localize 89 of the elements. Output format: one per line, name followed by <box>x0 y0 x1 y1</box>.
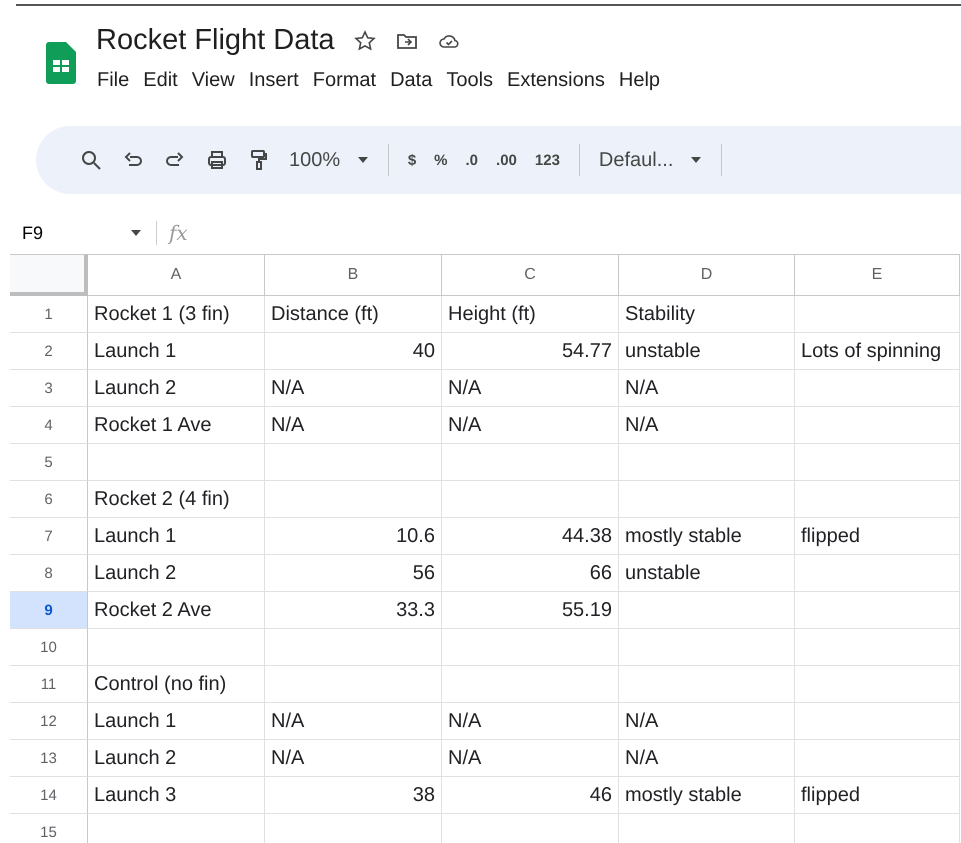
table-cell: N/A <box>619 407 795 444</box>
table-cell: Launch 2 <box>88 370 265 407</box>
table-cell: N/A <box>265 407 442 444</box>
column-header[interactable]: D <box>619 254 795 296</box>
table-cell: 66 <box>442 555 619 592</box>
table-cell: unstable <box>619 333 795 370</box>
table-cell: N/A <box>442 370 619 407</box>
table-cell: 10.6 <box>265 518 442 555</box>
row-header[interactable]: 11 <box>10 666 88 703</box>
row-header[interactable]: 10 <box>10 629 88 666</box>
table-cell: Launch 1 <box>88 333 265 370</box>
table-cell: N/A <box>619 370 795 407</box>
table-cell: N/A <box>442 703 619 740</box>
row-header[interactable]: 13 <box>10 740 88 777</box>
table-cell: flipped <box>795 777 960 814</box>
row-header[interactable]: 12 <box>10 703 88 740</box>
row-header[interactable]: 7 <box>10 518 88 555</box>
name-box[interactable]: F9 <box>0 222 130 244</box>
table-cell: Launch 3 <box>88 777 265 814</box>
decrease-decimals-button[interactable]: .0 <box>456 142 488 178</box>
table-cell: 56 <box>265 555 442 592</box>
formula-label: fx <box>156 221 188 245</box>
font-dropdown[interactable]: Defaul... <box>590 142 712 178</box>
menu-item[interactable]: File <box>90 65 136 96</box>
menu-item[interactable]: View <box>184 65 242 96</box>
table-cell: Launch 1 <box>88 518 265 555</box>
row-header[interactable]: 14 <box>10 777 88 814</box>
caret-icon <box>356 156 369 164</box>
table-cell: Launch 2 <box>88 740 265 777</box>
zoom-dropdown[interactable]: 100% <box>280 142 378 178</box>
table-cell: mostly stable <box>619 777 795 814</box>
table-cell: Rocket 1 (3 fin) <box>88 296 265 333</box>
table-cell: Lots of spinning <box>795 333 960 370</box>
currency-button[interactable]: $ <box>398 142 426 178</box>
column-header[interactable]: E <box>795 254 960 296</box>
menu-item[interactable]: Extensions <box>500 65 612 96</box>
document-title[interactable]: Rocket Flight Data <box>96 24 335 57</box>
column-header[interactable]: B <box>265 254 442 296</box>
increase-decimals-button[interactable]: .00 <box>487 142 526 178</box>
row-header[interactable]: 6 <box>10 481 88 518</box>
table-cell: Height (ft) <box>442 296 619 333</box>
table-cell: 33.3 <box>265 592 442 629</box>
table-cell: N/A <box>265 370 442 407</box>
table-cell: Rocket 1 Ave <box>88 407 265 444</box>
row-header[interactable]: 5 <box>10 444 88 481</box>
row-header[interactable]: 1 <box>10 296 88 333</box>
menu-item[interactable]: Insert <box>242 65 306 96</box>
table-cell: 40 <box>265 333 442 370</box>
menu-item[interactable]: Tools <box>439 65 500 96</box>
table-cell: unstable <box>619 555 795 592</box>
row-header[interactable]: 15 <box>10 814 88 843</box>
table-cell: Stability <box>619 296 795 333</box>
row-header[interactable]: 4 <box>10 407 88 444</box>
column-header[interactable]: A <box>88 254 265 296</box>
row-header[interactable]: 3 <box>10 370 88 407</box>
table-cell: Rocket 2 (4 fin) <box>88 481 265 518</box>
table-cell: Rocket 2 Ave <box>88 592 265 629</box>
table-cell: mostly stable <box>619 518 795 555</box>
table-cell: N/A <box>442 407 619 444</box>
table-cell: N/A <box>265 703 442 740</box>
column-header[interactable]: C <box>442 254 619 296</box>
row-header[interactable]: 2 <box>10 333 88 370</box>
table-cell: 38 <box>265 777 442 814</box>
table-cell: 46 <box>442 777 619 814</box>
table-cell: 54.77 <box>442 333 619 370</box>
table-cell: flipped <box>795 518 960 555</box>
table-cell: Distance (ft) <box>265 296 442 333</box>
search-icon <box>79 148 103 172</box>
star-icon <box>352 28 377 52</box>
table-cell: Launch 1 <box>88 703 265 740</box>
caret-icon <box>690 156 702 164</box>
spreadsheet-logo-icon[interactable] <box>46 42 76 84</box>
printer-icon <box>205 148 229 172</box>
menu-item[interactable]: Format <box>306 65 384 96</box>
table-cell: 44.38 <box>442 518 619 555</box>
menu-item[interactable]: Help <box>612 65 668 96</box>
table-cell: N/A <box>265 740 442 777</box>
table-cell: N/A <box>619 703 795 740</box>
caret-icon[interactable] <box>130 229 142 237</box>
number-format-button[interactable]: 123 <box>526 142 569 178</box>
table-cell: Control (no fin) <box>88 666 265 703</box>
table-cell: Launch 2 <box>88 555 265 592</box>
menu-item[interactable]: Data <box>383 65 440 96</box>
table-cell: N/A <box>619 740 795 777</box>
table-cell: N/A <box>442 740 619 777</box>
table-cell: 55.19 <box>442 592 619 629</box>
percent-button[interactable]: % <box>425 142 457 178</box>
menu-item[interactable]: Edit <box>136 65 185 96</box>
row-header[interactable]: 9 <box>10 592 88 629</box>
